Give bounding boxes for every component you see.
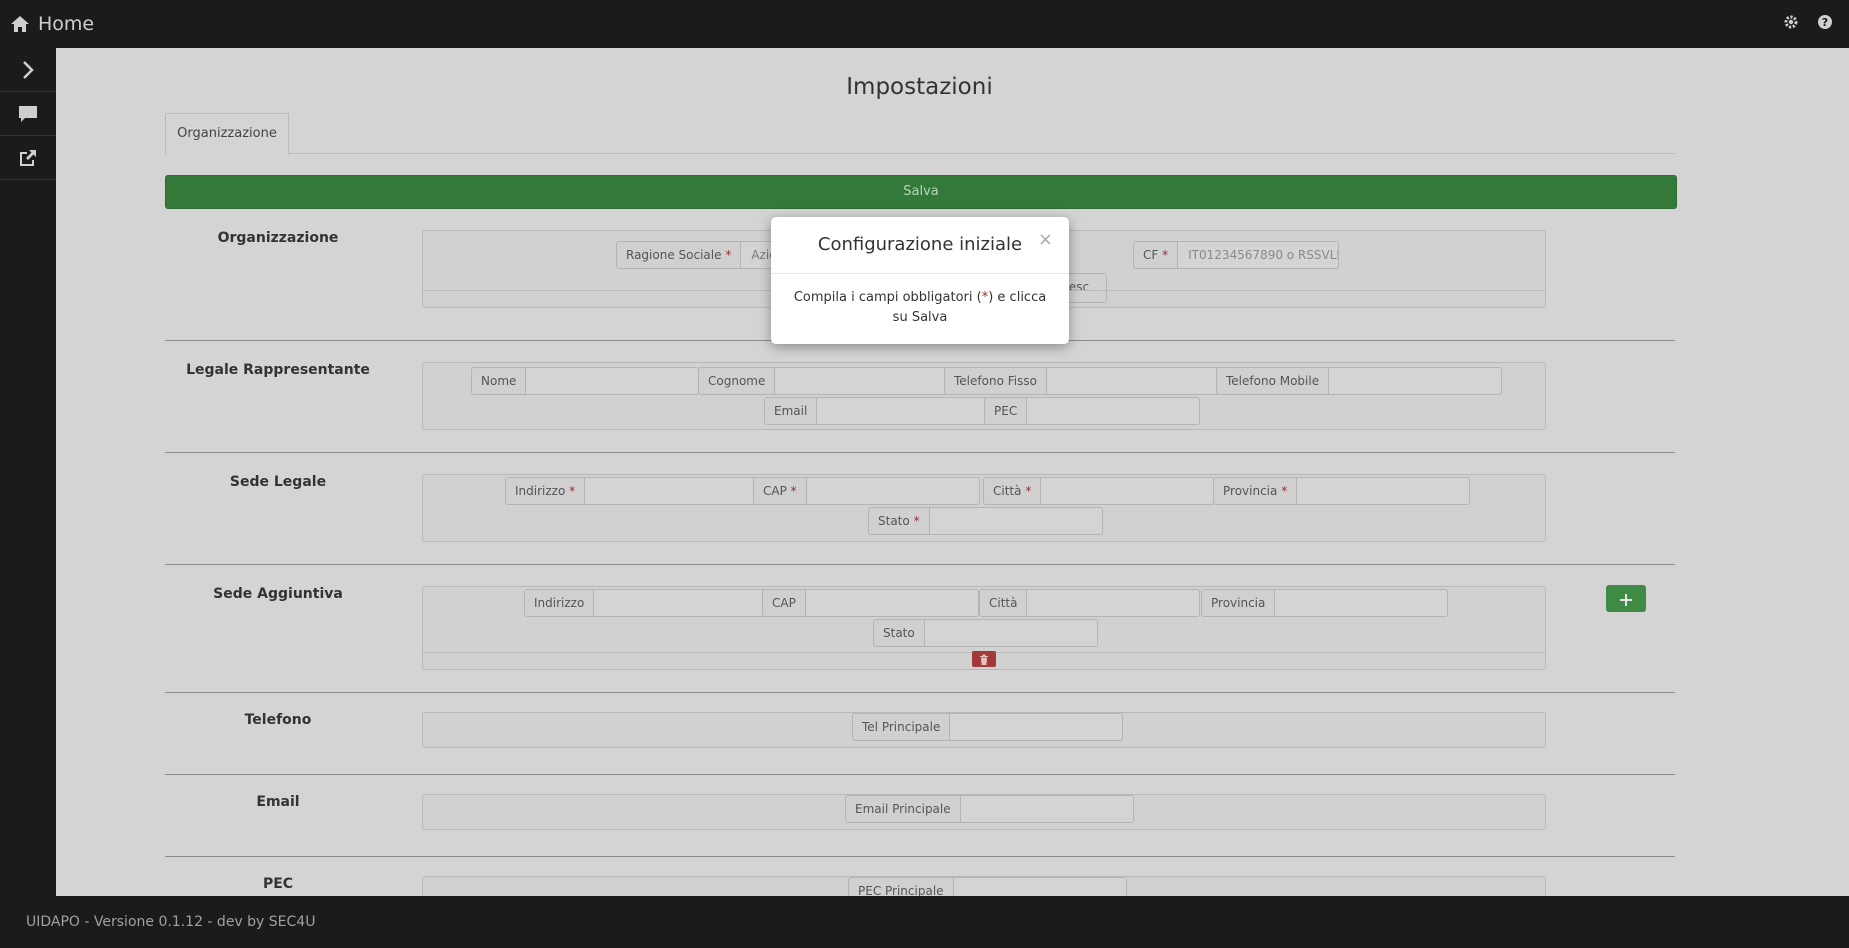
modal-close-icon[interactable]: × [1038,229,1053,250]
cf-input[interactable]: IT01234567890 o RSSVLN8 [1178,241,1340,269]
modal-body: Compila i campi obbligatori (*) e clicca… [793,290,1047,325]
save-button[interactable]: Salva [165,175,1677,209]
telefono-mobile-field[interactable]: Telefono Mobile [1216,367,1503,395]
footer: UIDAPO - Versione 0.1.12 - dev by SEC4U [0,896,1849,948]
sa-citta-input[interactable] [1027,589,1201,617]
sl-indirizzo-input[interactable] [585,477,759,505]
nome-field[interactable]: Nome [471,367,700,395]
sidebar [0,48,57,896]
sl-cap-field[interactable]: CAP * [753,477,980,505]
panel-legale: Nome Cognome Telefono Fisso Telefono Mob… [422,362,1546,430]
panel-email: Email Principale [422,794,1546,830]
nome-input[interactable] [526,367,700,395]
sl-provincia-field[interactable]: Provincia * [1213,477,1471,505]
sl-stato-field[interactable]: Stato * [868,507,1103,535]
tab-bar [165,106,1675,154]
panel-pec: PEC Principale [422,876,1546,896]
pec-field[interactable]: PEC [984,397,1201,425]
settings-content: Impostazioni Organizzazione Salva Organi… [56,48,1849,896]
sl-citta-field[interactable]: Città * [983,477,1215,505]
tel-principale-input[interactable] [950,713,1124,741]
email-principale-input[interactable] [960,795,1134,823]
page-title: Impostazioni [846,74,993,100]
sa-citta-field[interactable]: Città [979,589,1201,617]
sa-cap-field[interactable]: CAP [762,589,979,617]
comment-icon [19,105,37,122]
tel-principale-field[interactable]: Tel Principale [852,713,1124,741]
telefono-fisso-field[interactable]: Telefono Fisso [944,367,1220,395]
pec-principale-field[interactable]: PEC Principale [848,877,1127,896]
home-title: Home [38,13,95,35]
sa-indirizzo-field[interactable]: Indirizzo [524,589,768,617]
home-icon [11,16,29,32]
sl-provincia-input[interactable] [1297,477,1471,505]
settings-gear-icon[interactable] [1783,14,1801,32]
sa-stato-field[interactable]: Stato [873,619,1098,647]
telefono-mobile-input[interactable] [1329,367,1503,395]
telefono-fisso-input[interactable] [1046,367,1220,395]
footer-version: UIDAPO - Versione 0.1.12 - dev by SEC4U [26,914,316,930]
sl-stato-input[interactable] [929,507,1103,535]
panel-sede-legale: Indirizzo * CAP * Città * Provincia * St… [422,474,1546,542]
section-label-email: Email [256,794,300,810]
sidebar-item-export[interactable] [0,136,56,180]
section-label-telefono: Telefono [244,712,312,728]
sidebar-item-messages[interactable] [0,92,56,136]
sa-indirizzo-input[interactable] [594,589,768,617]
share-external-icon [20,149,36,166]
sl-cap-input[interactable] [806,477,980,505]
sl-indirizzo-field[interactable]: Indirizzo * [505,477,759,505]
cognome-input[interactable] [775,367,949,395]
trash-icon [980,654,988,665]
section-label-sede-legale: Sede Legale [229,474,327,490]
cognome-field[interactable]: Cognome [698,367,949,395]
delete-sede-button[interactable] [972,651,996,667]
sl-citta-input[interactable] [1041,477,1215,505]
svg-text:?: ? [1822,16,1828,29]
pec-input[interactable] [1027,397,1201,425]
panel-telefono: Tel Principale [422,712,1546,748]
help-icon[interactable]: ? [1817,14,1835,32]
section-label-organizzazione: Organizzazione [217,230,339,246]
add-sede-button[interactable] [1606,585,1646,612]
plus-icon [1620,593,1632,606]
sa-cap-input[interactable] [805,589,979,617]
home-link[interactable]: Home [10,8,94,40]
sa-stato-input[interactable] [924,619,1098,647]
email-principale-field[interactable]: Email Principale [845,795,1134,823]
section-label-pec: PEC [262,876,294,892]
sa-provincia-input[interactable] [1275,589,1449,617]
email-field[interactable]: Email [764,397,991,425]
sa-provincia-field[interactable]: Provincia [1201,589,1449,617]
top-navbar: Home ? [0,0,1849,48]
pec-principale-input[interactable] [953,877,1127,896]
email-input[interactable] [817,397,991,425]
chevron-right-icon [23,60,34,79]
modal-title: Configurazione iniziale [771,217,1069,274]
tab-organizzazione[interactable]: Organizzazione [165,113,289,155]
section-label-legale: Legale Rappresentante [186,362,370,378]
section-label-sede-aggiuntiva: Sede Aggiuntiva [213,586,343,602]
cf-field[interactable]: CF * IT01234567890 o RSSVLN8 [1133,241,1340,269]
initial-config-modal: Configurazione iniziale × Compila i camp… [771,217,1069,344]
sidebar-toggle[interactable] [0,48,56,92]
